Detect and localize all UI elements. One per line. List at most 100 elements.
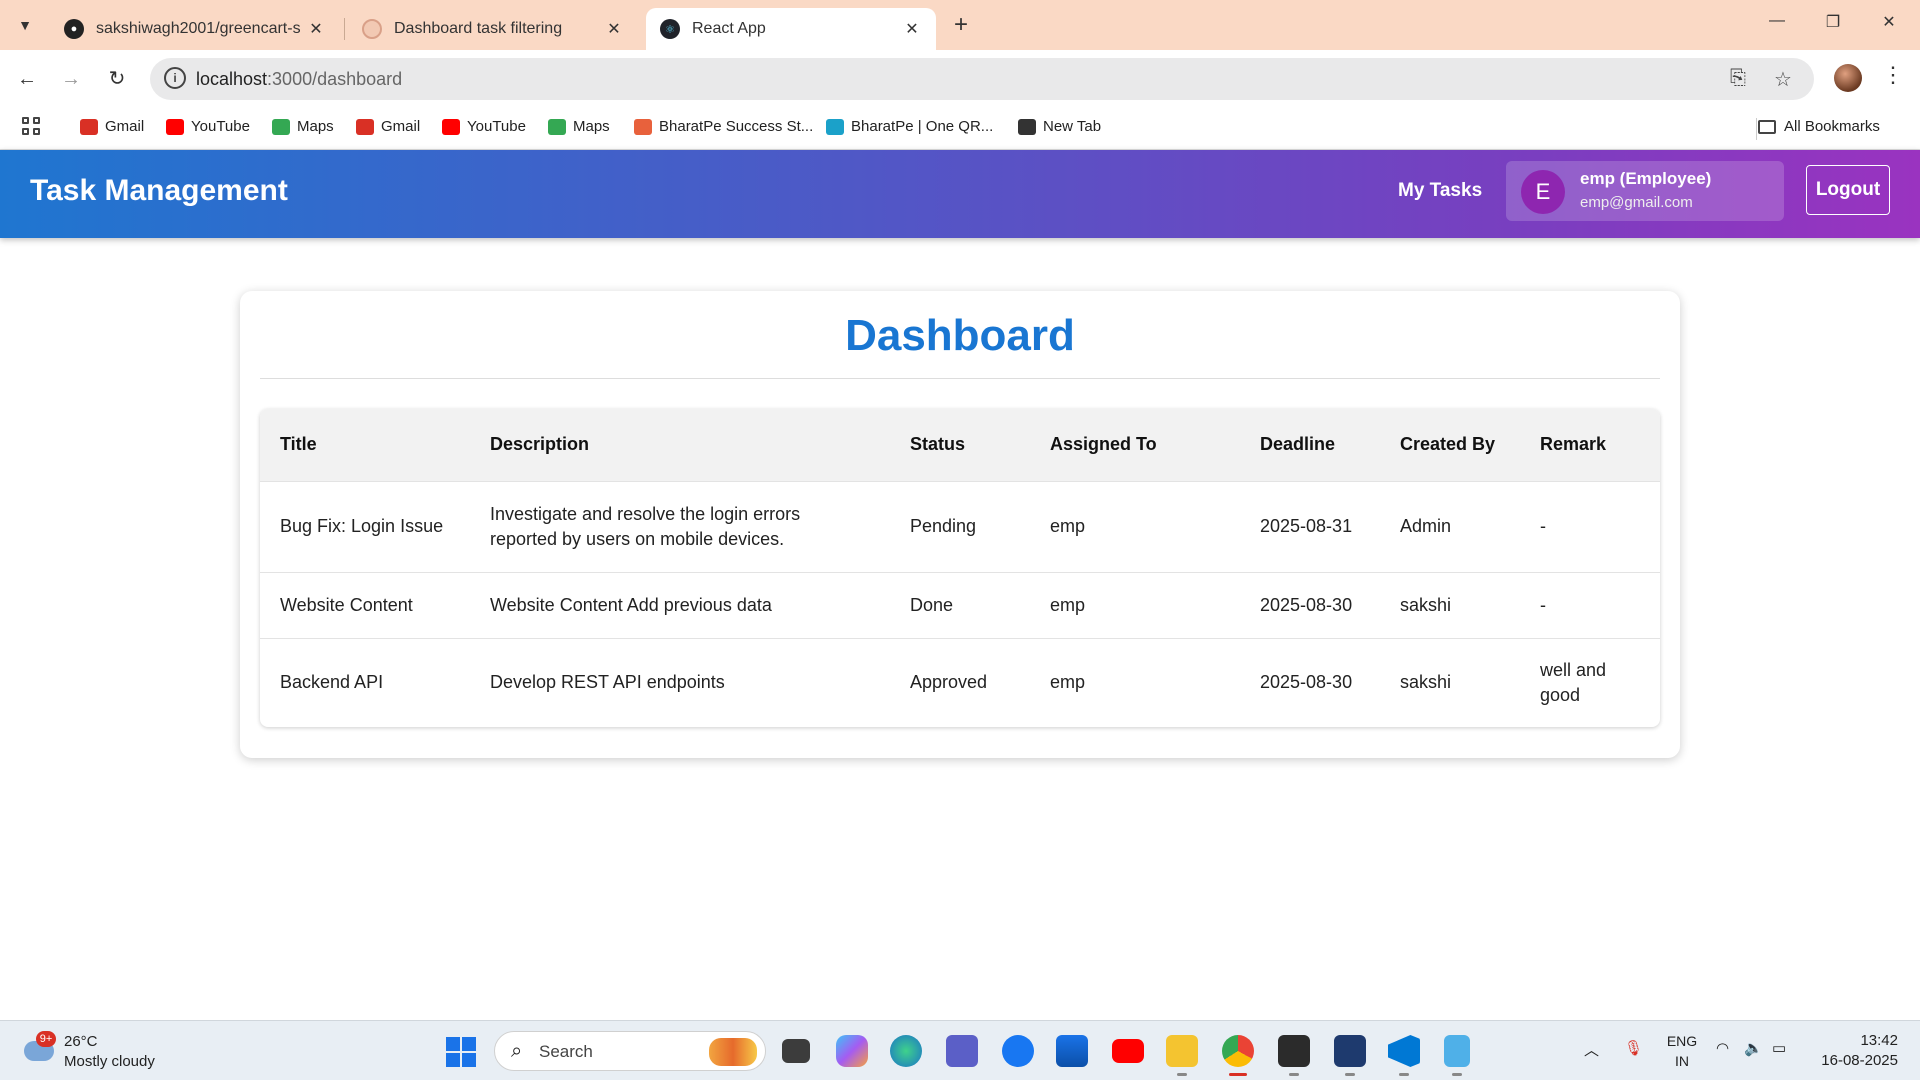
bookmark-item[interactable]: Maps <box>272 118 334 135</box>
tab-greencart[interactable]: ● sakshiwagh2001/greencart-simp ✕ <box>50 8 340 50</box>
back-icon[interactable]: ← <box>12 64 42 94</box>
tab-react-app[interactable]: ⚛ React App ✕ <box>646 8 936 50</box>
install-app-icon[interactable]: ⎘ <box>1730 67 1746 90</box>
all-bookmarks-button[interactable]: All Bookmarks <box>1758 118 1880 135</box>
bookmark-item[interactable]: Gmail <box>356 118 420 135</box>
copilot-icon[interactable] <box>836 1035 868 1067</box>
cell-deadline: 2025-08-30 <box>1240 637 1380 727</box>
cell-remark: - <box>1520 480 1660 572</box>
tab-search-dropdown-icon[interactable]: ▼ <box>8 8 42 42</box>
cell-created-by: sakshi <box>1380 571 1520 638</box>
terminal-icon[interactable] <box>1278 1035 1310 1067</box>
weather-widget[interactable]: 9+ 26°C Mostly cloudy <box>20 1029 180 1073</box>
restore-button[interactable]: ❐ <box>1818 12 1848 36</box>
code-editor-icon[interactable] <box>1334 1035 1366 1067</box>
notification-badge: 9+ <box>36 1031 56 1047</box>
teams-icon[interactable] <box>946 1035 978 1067</box>
cell-description: Develop REST API endpoints <box>470 637 890 727</box>
language-indicator[interactable]: ENG IN <box>1664 1031 1700 1071</box>
site-info-icon[interactable]: i <box>164 67 186 89</box>
microphone-icon[interactable]: 🎙 <box>1624 1039 1643 1057</box>
close-icon[interactable]: ✕ <box>902 19 922 39</box>
taskbar-search[interactable]: ⌕ Search <box>494 1031 766 1071</box>
bookmark-item[interactable]: Maps <box>548 118 610 135</box>
facebook-icon[interactable] <box>1002 1035 1034 1067</box>
bookmark-item[interactable]: YouTube <box>442 118 526 135</box>
battery-icon[interactable]: ▭ <box>1772 1039 1786 1057</box>
github-icon: ● <box>64 19 84 39</box>
system-clock[interactable]: 13:42 16-08-2025 <box>1812 1031 1898 1071</box>
dashboard-card: Dashboard Title Description Status Assig… <box>240 291 1680 758</box>
browser-menu-icon[interactable]: ⋮ <box>1882 62 1904 88</box>
maps-icon <box>272 118 290 135</box>
reload-icon[interactable]: ↻ <box>102 64 132 94</box>
task-view-icon[interactable] <box>782 1039 810 1063</box>
user-info-box: E emp (Employee) emp@gmail.com <box>1506 161 1784 221</box>
active-indicator <box>1229 1073 1247 1076</box>
forward-icon[interactable]: → <box>56 64 86 94</box>
chevron-up-icon[interactable]: ︿ <box>1584 1039 1599 1060</box>
table-row: Website Content Website Content Add prev… <box>260 571 1660 638</box>
bharatpe-qr-icon <box>826 118 844 135</box>
bookmark-item[interactable]: BharatPe Success St... <box>634 118 813 135</box>
wifi-icon[interactable]: ◠ <box>1716 1039 1729 1057</box>
bookmarks-divider <box>1756 118 1757 140</box>
gmail-icon <box>80 118 98 135</box>
bookmark-star-icon[interactable]: ☆ <box>1774 67 1792 92</box>
cell-assigned-to: emp <box>1030 571 1240 638</box>
file-explorer-icon[interactable] <box>1166 1035 1198 1067</box>
minimize-button[interactable]: — <box>1762 12 1792 36</box>
folder-icon <box>1758 119 1776 134</box>
apps-grid-icon[interactable] <box>22 117 42 137</box>
url-text[interactable]: localhost:3000/dashboard <box>196 69 402 90</box>
tab-title: React App <box>692 20 766 37</box>
windows-start-icon[interactable] <box>446 1037 476 1067</box>
bookmark-label: YouTube <box>191 118 250 135</box>
tab-dashboard-task-filtering[interactable]: Dashboard task filtering ✕ <box>348 8 638 50</box>
youtube-icon <box>442 118 460 135</box>
microsoft-store-icon[interactable] <box>1056 1035 1088 1067</box>
bookmark-item[interactable]: New Tab <box>1018 118 1101 135</box>
browser-tab-strip: ▼ ● sakshiwagh2001/greencart-simp ✕ Dash… <box>0 0 1920 50</box>
vscode-icon[interactable] <box>1388 1035 1420 1067</box>
windows-taskbar: 9+ 26°C Mostly cloudy ⌕ Search ︿ 🎙 ENG I… <box>0 1020 1920 1080</box>
bookmarks-bar: Gmail YouTube Maps Gmail YouTube Maps BharatPe… <box>0 106 1920 150</box>
language-code: ENG <box>1666 1033 1698 1049</box>
bookmark-item[interactable]: BharatPe | One QR... <box>826 118 993 135</box>
app-brand[interactable]: Task Management <box>30 174 288 208</box>
my-tasks-link[interactable]: My Tasks <box>1398 180 1482 202</box>
cell-assigned-to: emp <box>1030 637 1240 727</box>
bookmark-label: Maps <box>573 118 610 135</box>
user-email: emp@gmail.com <box>1580 194 1693 211</box>
chrome-icon[interactable] <box>1222 1035 1254 1067</box>
address-bar[interactable]: i localhost:3000/dashboard ⎘ ☆ <box>150 58 1814 100</box>
cell-title: Bug Fix: Login Issue <box>260 480 470 572</box>
profile-avatar[interactable] <box>1834 64 1862 92</box>
running-indicator <box>1289 1073 1299 1076</box>
bookmark-item[interactable]: YouTube <box>166 118 250 135</box>
user-avatar: E <box>1521 170 1565 214</box>
bookmark-item[interactable]: Gmail <box>80 118 144 135</box>
app-navbar: Task Management My Tasks E emp (Employee… <box>0 150 1920 238</box>
cell-assigned-to: emp <box>1030 480 1240 572</box>
column-header-deadline: Deadline <box>1260 434 1336 455</box>
close-icon[interactable]: ✕ <box>306 19 326 39</box>
volume-icon[interactable]: 🔈 <box>1744 1039 1763 1057</box>
tab-title: Dashboard task filtering <box>394 20 563 37</box>
clock-date: 16-08-2025 <box>1821 1052 1898 1069</box>
logout-button[interactable]: Logout <box>1806 165 1890 215</box>
running-indicator <box>1399 1073 1409 1076</box>
cell-created-by: Admin <box>1380 480 1520 572</box>
chatgpt-icon <box>362 19 382 39</box>
edge-icon[interactable] <box>890 1035 922 1067</box>
close-icon[interactable]: ✕ <box>604 19 624 39</box>
cell-deadline: 2025-08-30 <box>1240 571 1380 638</box>
new-tab-button[interactable]: + <box>948 12 974 38</box>
page-title: Dashboard <box>845 311 1075 360</box>
notepad-icon[interactable] <box>1444 1035 1470 1067</box>
cell-status: Approved <box>890 637 1030 727</box>
youtube-app-icon[interactable] <box>1112 1039 1144 1063</box>
bookmark-label: BharatPe | One QR... <box>851 118 994 135</box>
bookmark-label: New Tab <box>1043 118 1102 135</box>
close-window-button[interactable]: ✕ <box>1874 12 1904 36</box>
